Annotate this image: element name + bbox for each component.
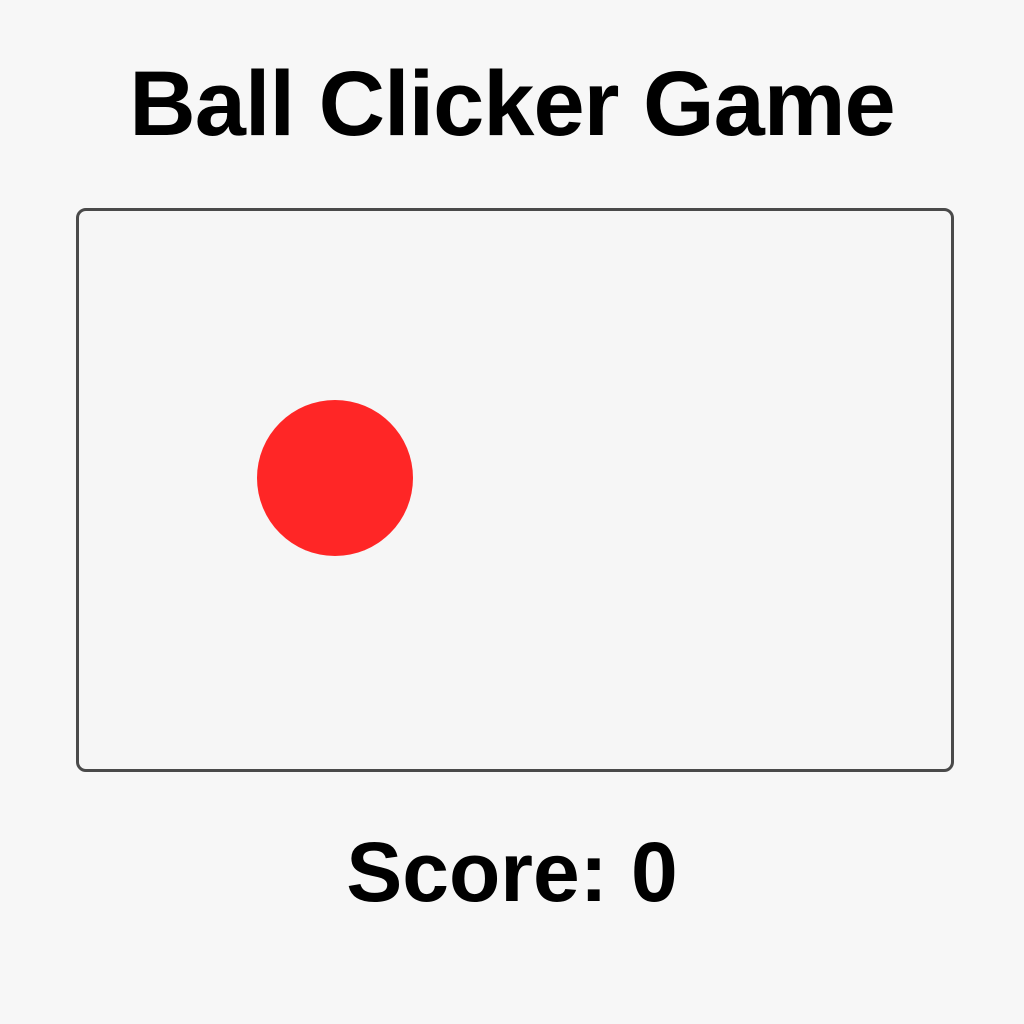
game-page: Ball Clicker Game Score: 0 xyxy=(0,0,1024,1024)
game-board[interactable] xyxy=(76,208,954,772)
red-ball[interactable] xyxy=(257,400,413,556)
game-title: Ball Clicker Game xyxy=(129,53,895,155)
score-display: Score: 0 xyxy=(346,825,678,919)
